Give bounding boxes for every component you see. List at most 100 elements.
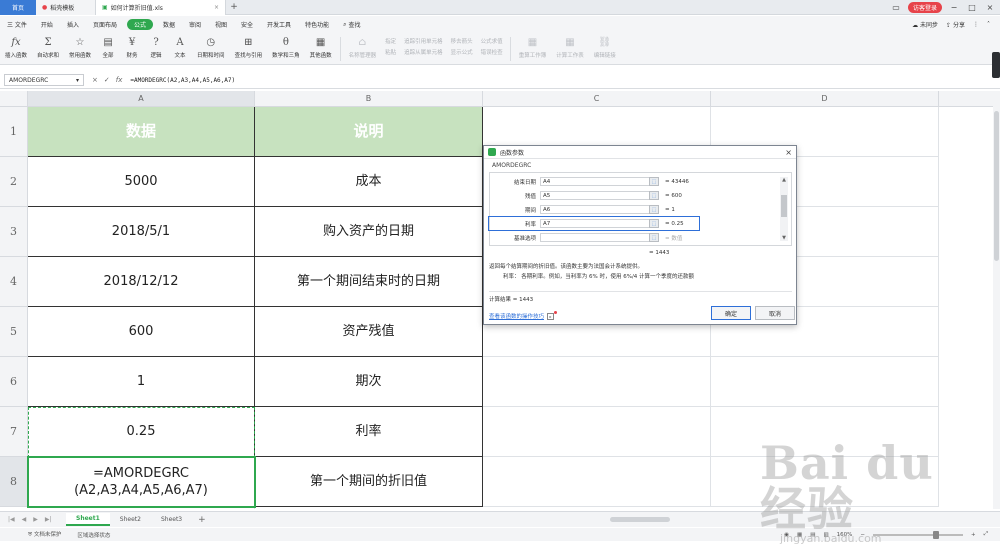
trace-precedents-button[interactable]: 追踪引用单元格 [404,37,443,45]
lookup-button[interactable]: ⊞ 查找与引用 [230,35,268,60]
layout-icon[interactable]: ▭ [890,3,902,12]
cell-a4[interactable]: 2018/12/12 [28,257,255,307]
new-tab-button[interactable]: + [226,2,242,12]
close-dialog-icon[interactable]: × [785,148,792,157]
other-functions-button[interactable]: ▦ 其他函数 [305,35,337,60]
first-sheet-icon[interactable]: |◀ [8,516,15,523]
normal-view-icon[interactable]: ▦ [797,532,802,538]
menu-item-data[interactable]: 数据 [156,16,182,33]
trace-dependents-button[interactable]: 追踪从属单元格 [404,48,443,56]
cell-d7[interactable] [711,407,939,457]
range-picker-icon[interactable]: ⬚ [649,205,659,214]
row-header-1[interactable]: 1 [0,107,28,157]
tab-templates[interactable]: ● 稻壳模板 [36,0,96,15]
page-break-view-icon[interactable]: ▥ [823,532,828,538]
row-header-4[interactable]: 4 [0,257,28,307]
tab-document[interactable]: ▣ 如何计算折旧值.xls × [96,0,226,15]
param-input-salvage[interactable]: A5 [540,191,650,200]
zoom-slider-knob[interactable] [932,530,939,539]
cell-a7[interactable]: 0.25 [28,407,255,457]
zoom-level[interactable]: 160% [837,532,853,538]
financial-button[interactable]: ¥ 财务 [120,35,144,60]
cell-b4[interactable]: 第一个期间结束时的日期 [255,257,483,307]
cell-b2[interactable]: 成本 [255,157,483,207]
confirm-formula-icon[interactable]: ✓ [104,76,110,84]
insert-function-button[interactable]: fx 插入函数 [0,35,32,60]
tab-home[interactable]: 首页 [0,0,36,15]
login-button[interactable]: 访客登录 [907,2,942,13]
menu-item-features[interactable]: 特色功能 [298,16,336,33]
menu-item-start[interactable]: 开始 [34,16,60,33]
param-input-period[interactable]: A6 [540,205,650,214]
vertical-scrollbar[interactable] [993,91,1000,509]
row-header-7[interactable]: 7 [0,407,28,457]
sheet-tab-sheet2[interactable]: Sheet2 [110,513,151,526]
cell-b6[interactable]: 期次 [255,357,483,407]
last-sheet-icon[interactable]: ▶| [45,516,52,523]
sheet-tab-sheet3[interactable]: Sheet3 [151,513,192,526]
name-box[interactable]: AMORDEGRC ▾ [4,74,84,86]
video-hint-icon[interactable]: ▸ [547,310,558,320]
row-header-2[interactable]: 2 [0,157,28,207]
param-input-rate[interactable]: A7 [540,219,650,228]
cell-a9[interactable] [28,507,255,509]
cell-a5[interactable]: 600 [28,307,255,357]
column-header-d[interactable]: D [711,91,939,107]
cell-a3[interactable]: 2018/5/1 [28,207,255,257]
sync-status[interactable]: ☁ 未同步 [912,20,938,29]
cell-b7[interactable]: 利率 [255,407,483,457]
all-functions-button[interactable]: ▤ 全部 [96,35,120,60]
cell-b5[interactable]: 资产残值 [255,307,483,357]
menu-item-security[interactable]: 安全 [234,16,260,33]
close-window-icon[interactable]: × [984,3,996,12]
menu-item-developer[interactable]: 开发工具 [260,16,298,33]
eye-icon[interactable]: ◉ [784,532,789,538]
range-picker-icon[interactable]: ⬚ [649,219,659,228]
show-formulas-button[interactable]: 显示公式 [451,48,473,56]
column-header-a[interactable]: A [28,91,255,107]
more-icon[interactable]: ⋮ [973,21,979,28]
fx-button[interactable]: fx [116,76,123,84]
help-link[interactable]: 查看该函数的操作技巧 ▸ [489,310,558,320]
cell-d8[interactable] [711,457,939,507]
evaluate-formula-button[interactable]: 公式求值 [481,37,503,45]
cell-b8[interactable]: 第一个期间的折旧值 [255,457,483,507]
vertical-scroll-thumb[interactable] [994,111,999,261]
paste-button[interactable]: 粘贴 [385,48,396,56]
column-header-b[interactable]: B [255,91,483,107]
logical-button[interactable]: ? 逻辑 [144,35,168,60]
collapse-ribbon-icon[interactable]: ˄ [987,21,990,28]
share-button[interactable]: ⇪ 分享 [946,20,965,29]
protect-status[interactable]: ⛨ 文档未保护 [28,530,61,539]
date-time-button[interactable]: ◷ 日期和时间 [192,35,230,60]
cell-a1[interactable]: 数据 [28,107,255,157]
horizontal-scrollbar[interactable] [600,516,980,523]
menu-item-formulas[interactable]: 公式 [126,19,153,30]
add-sheet-button[interactable]: + [192,515,212,525]
menu-file[interactable]: 三 文件 [0,16,34,33]
name-manager-button[interactable]: ⌂ 名称管理器 [344,35,382,60]
corner-select-all[interactable] [0,91,28,107]
zoom-out-icon[interactable]: − [860,532,865,538]
column-header-e[interactable] [939,91,994,107]
cell-b1[interactable]: 说明 [255,107,483,157]
next-sheet-icon[interactable]: ▶ [33,516,38,523]
formula-input[interactable]: =AMORDEGRC(A2,A3,A4,A5,A6,A7) [130,77,235,84]
cancel-formula-icon[interactable]: × [92,76,98,84]
arguments-scroll-thumb[interactable] [781,195,787,217]
error-check-button[interactable]: 错误检查 [481,48,503,56]
recalc-workbook-button[interactable]: ▦ 重算工作簿 [514,35,552,60]
cell-a2[interactable]: 5000 [28,157,255,207]
zoom-in-icon[interactable]: + [971,532,976,538]
calc-sheet-button[interactable]: ▦ 计算工作表 [551,35,589,60]
row-header-5[interactable]: 5 [0,307,28,357]
prev-sheet-icon[interactable]: ◀ [22,516,27,523]
cell-a8[interactable]: =AMORDEGRC (A2,A3,A4,A5,A6,A7) [28,457,255,507]
close-tab-icon[interactable]: × [214,4,219,11]
cell-a6[interactable]: 1 [28,357,255,407]
cell-b3[interactable]: 购入资产的日期 [255,207,483,257]
maximize-icon[interactable]: □ [966,3,978,12]
param-input-end-date[interactable]: A4 [540,177,650,186]
range-picker-icon[interactable]: ⬚ [649,191,659,200]
chevron-down-icon[interactable]: ▾ [76,77,79,84]
